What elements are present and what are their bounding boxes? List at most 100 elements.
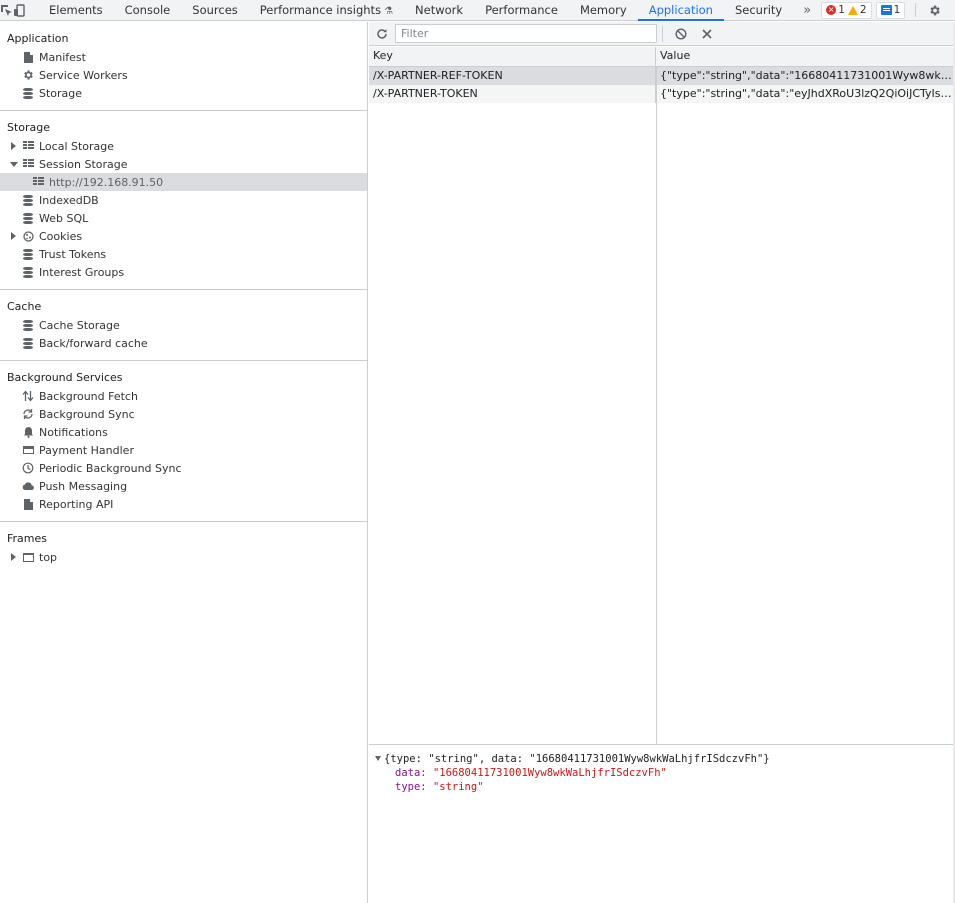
more-tabs-button[interactable]: » [793, 3, 821, 18]
sidebar-item-cookies[interactable]: Cookies [0, 227, 367, 245]
sidebar-item-label: Manifest [39, 50, 86, 64]
sidebar-item-back-forward-cache[interactable]: Back/forward cache [0, 334, 367, 352]
section-heading-storage: Storage [7, 121, 51, 134]
tab-label: Performance insights [259, 2, 382, 17]
device-toolbar-icon[interactable] [13, 0, 26, 21]
sidebar-item-background-sync[interactable]: Background Sync [0, 405, 367, 423]
sidebar-item-cache-storage[interactable]: Cache Storage [0, 316, 367, 334]
sidebar-item-web-sql[interactable]: Web SQL [0, 209, 367, 227]
grid-header: Key Value [369, 47, 953, 67]
value-cell[interactable]: {"type":"string","data":"eyJhdXRoU3lzQ2Q… [656, 85, 953, 103]
sidebar-item-label: Background Fetch [39, 389, 138, 403]
value-preview: {type: "string", data: "16680411731001Wy… [369, 746, 953, 903]
up-down-arrows-icon [22, 390, 34, 402]
message-icon [880, 5, 892, 15]
sidebar-item-label: Cookies [39, 229, 83, 243]
sidebar-item-service-workers[interactable]: Service Workers [0, 66, 367, 84]
database-icon [22, 319, 34, 331]
cookie-icon [22, 230, 34, 242]
sidebar-item-notifications[interactable]: Notifications [0, 423, 367, 441]
sidebar-item-label: Periodic Background Sync [39, 461, 182, 475]
toolbar-right-actions [909, 0, 955, 21]
collapse-arrow-icon[interactable] [375, 756, 381, 761]
grid-icon [22, 158, 34, 170]
sidebar-item-storage[interactable]: Storage [0, 84, 367, 102]
sidebar-item-local-storage[interactable]: Local Storage [0, 137, 367, 155]
property-name: type: [395, 781, 433, 793]
storage-main-panel: Key Value /X-PARTNER-REF-TOKEN {"type":"… [369, 22, 955, 903]
sidebar-item-frame-top[interactable]: top [0, 548, 367, 566]
sidebar-item-manifest[interactable]: Manifest [0, 48, 367, 66]
expand-arrow-icon[interactable] [11, 232, 16, 240]
application-sidebar: Application Manifest Service Workers Sto… [0, 22, 368, 903]
section-heading-background-services: Background Services [7, 371, 123, 384]
tab-sources[interactable]: Sources [181, 0, 249, 21]
inspect-element-icon[interactable] [0, 0, 13, 21]
section-heading-application: Application [7, 32, 69, 45]
file-icon [22, 51, 34, 63]
database-icon [22, 212, 34, 224]
sidebar-item-payment-handler[interactable]: Payment Handler [0, 441, 367, 459]
sidebar-item-label: Session Storage [39, 157, 128, 171]
section-divider [0, 289, 367, 290]
column-header-key[interactable]: Key [369, 47, 656, 66]
section-divider [0, 521, 367, 522]
tab-memory[interactable]: Memory [569, 0, 638, 21]
tab-network[interactable]: Network [404, 0, 474, 21]
sidebar-item-session-origin[interactable]: http://192.168.91.50 [0, 173, 367, 191]
message-count-value: 1 [893, 4, 901, 16]
sidebar-item-background-fetch[interactable]: Background Fetch [0, 387, 367, 405]
tab-performance-insights[interactable]: Performance insights ⚗ [249, 0, 404, 21]
settings-gear-icon[interactable] [922, 0, 947, 21]
sidebar-item-label: IndexedDB [39, 193, 99, 207]
preview-object-summary[interactable]: {type: "string", data: "16680411731001Wy… [375, 752, 953, 766]
collapse-arrow-icon[interactable] [10, 162, 18, 167]
storage-toolbar [369, 22, 955, 46]
kebab-menu-icon[interactable] [947, 0, 955, 21]
sidebar-item-indexeddb[interactable]: IndexedDB [0, 191, 367, 209]
value-cell[interactable]: {"type":"string","data":"16680411731001W… [656, 67, 953, 85]
section-divider [0, 110, 367, 111]
tab-application[interactable]: Application [637, 0, 724, 21]
sidebar-item-label: Background Sync [39, 407, 135, 421]
file-icon [22, 498, 34, 510]
storage-data-grid: Key Value /X-PARTNER-REF-TOKEN {"type":"… [369, 47, 953, 745]
warning-count-value: 2 [859, 4, 867, 16]
tab-elements[interactable]: Elements [38, 0, 114, 21]
toolbar-divider [662, 25, 663, 42]
console-counts-button[interactable]: × 1 2 [821, 1, 872, 19]
sidebar-item-label: Notifications [39, 425, 108, 439]
tab-security[interactable]: Security [724, 0, 793, 21]
property-name: data: [395, 767, 433, 779]
filter-input[interactable] [395, 24, 657, 43]
clear-all-icon[interactable] [668, 23, 694, 44]
expand-arrow-icon[interactable] [11, 142, 16, 150]
issues-button[interactable]: 1 [875, 1, 906, 19]
grid-icon [22, 140, 34, 152]
database-icon [22, 266, 34, 278]
section-divider [0, 360, 367, 361]
warning-count: 2 [847, 4, 867, 16]
expand-arrow-icon[interactable] [11, 553, 16, 561]
refresh-icon[interactable] [369, 23, 395, 44]
sidebar-item-push-messaging[interactable]: Push Messaging [0, 477, 367, 495]
property-value: "string" [432, 781, 484, 793]
sidebar-item-reporting-api[interactable]: Reporting API [0, 495, 367, 513]
sidebar-item-interest-groups[interactable]: Interest Groups [0, 263, 367, 281]
delete-selected-icon[interactable] [694, 23, 720, 44]
sidebar-item-periodic-background-sync[interactable]: Periodic Background Sync [0, 459, 367, 477]
sidebar-item-trust-tokens[interactable]: Trust Tokens [0, 245, 367, 263]
flask-icon: ⚗ [384, 5, 394, 17]
section-heading-frames: Frames [7, 532, 48, 545]
sidebar-item-label: Payment Handler [39, 443, 134, 457]
table-row[interactable]: /X-PARTNER-TOKEN {"type":"string","data"… [369, 85, 953, 103]
tab-console[interactable]: Console [114, 0, 182, 21]
table-row[interactable]: /X-PARTNER-REF-TOKEN {"type":"string","d… [369, 67, 953, 85]
column-header-value[interactable]: Value [656, 47, 953, 66]
key-cell[interactable]: /X-PARTNER-REF-TOKEN [369, 67, 656, 85]
sidebar-item-session-storage[interactable]: Session Storage [0, 155, 367, 173]
key-cell[interactable]: /X-PARTNER-TOKEN [369, 85, 656, 103]
clock-icon [22, 462, 34, 474]
toolbar-divider [915, 3, 917, 17]
tab-performance[interactable]: Performance [474, 0, 569, 21]
